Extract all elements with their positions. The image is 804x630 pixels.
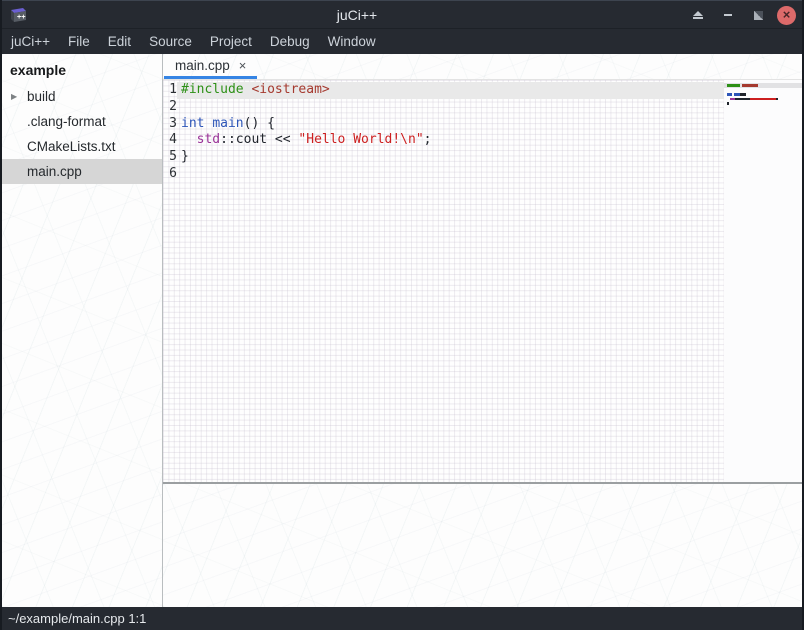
tree-item-label: .clang-format bbox=[27, 114, 106, 129]
minimap-segment bbox=[750, 98, 776, 101]
menu-item-file[interactable]: File bbox=[59, 29, 99, 54]
maximize-icon bbox=[754, 11, 763, 20]
content: example ▶build .clang-format CMakeLists.tx… bbox=[2, 54, 802, 607]
code-line bbox=[177, 99, 802, 116]
line-number: 2 bbox=[163, 99, 177, 116]
minimize-icon bbox=[724, 14, 732, 16]
tree-item-clang-format[interactable]: .clang-format bbox=[2, 109, 162, 134]
menu-item-window[interactable]: Window bbox=[319, 29, 385, 54]
code-line: int main() { bbox=[177, 116, 802, 133]
terminal-output-pane[interactable] bbox=[163, 484, 802, 607]
code-token: std bbox=[197, 132, 220, 147]
status-bar: ~/example/main.cpp 1:1 bbox=[0, 607, 804, 630]
code-token: << bbox=[267, 132, 298, 147]
menu-item-juci[interactable]: juCi++ bbox=[2, 29, 59, 54]
code-token: main bbox=[212, 116, 243, 131]
code-token: cout bbox=[236, 132, 267, 147]
minimap-segment bbox=[727, 84, 740, 87]
main-area: main.cpp × 123456 #include <iostream>int… bbox=[163, 54, 802, 607]
tree-item-label: main.cpp bbox=[27, 164, 82, 179]
tree-item-main-cpp[interactable]: main.cpp bbox=[2, 159, 162, 184]
line-number: 3 bbox=[163, 116, 177, 133]
code-token: <iostream> bbox=[251, 82, 329, 97]
file-browser-sidebar: example ▶build .clang-format CMakeLists.tx… bbox=[2, 54, 163, 607]
code-editor[interactable]: 123456 #include <iostream>int main() { s… bbox=[163, 80, 802, 482]
code-token: int bbox=[181, 116, 204, 131]
tree-item-build[interactable]: ▶build bbox=[2, 84, 162, 109]
window-controls: × bbox=[687, 1, 796, 29]
code-token: () { bbox=[244, 116, 275, 131]
juci-window: ++ juCi++ × juCi++FileEditSourceProjectD… bbox=[0, 0, 804, 630]
code-token bbox=[181, 132, 197, 147]
menubar: juCi++FileEditSourceProjectDebugWindow bbox=[0, 28, 804, 54]
menu-item-debug[interactable]: Debug bbox=[261, 29, 319, 54]
minimap-segment bbox=[776, 98, 778, 101]
minimap-line bbox=[724, 106, 802, 111]
minimap-segment bbox=[727, 102, 729, 105]
tab-main-cpp[interactable]: main.cpp × bbox=[164, 54, 257, 79]
tab-close-icon[interactable]: × bbox=[239, 59, 247, 72]
tree-item-label: CMakeLists.txt bbox=[27, 139, 116, 154]
window-border-left bbox=[0, 0, 2, 630]
titlebar[interactable]: ++ juCi++ × bbox=[0, 0, 804, 28]
line-number: 4 bbox=[163, 132, 177, 149]
minimap-segment bbox=[740, 93, 746, 96]
minimap[interactable] bbox=[724, 80, 802, 482]
tree-item-label: build bbox=[27, 89, 56, 104]
code-line: #include <iostream> bbox=[177, 82, 802, 99]
code-token: ; bbox=[424, 132, 432, 147]
code-line: std::cout << "Hello World!\n"; bbox=[177, 132, 802, 149]
tree-item-cmakelists-txt[interactable]: CMakeLists.txt bbox=[2, 134, 162, 159]
code-token: "Hello World!\n" bbox=[298, 132, 423, 147]
close-icon: × bbox=[783, 8, 791, 21]
code-line bbox=[177, 166, 802, 183]
tab-bar: main.cpp × bbox=[163, 54, 802, 80]
line-number: 1 bbox=[163, 82, 177, 99]
close-button[interactable]: × bbox=[777, 6, 796, 25]
chevron-right-icon[interactable]: ▶ bbox=[2, 92, 27, 101]
menu-item-edit[interactable]: Edit bbox=[99, 29, 140, 54]
code-token: :: bbox=[220, 132, 236, 147]
line-number-gutter: 123456 bbox=[163, 80, 177, 482]
maximize-button[interactable] bbox=[747, 4, 769, 26]
eject-icon bbox=[693, 11, 703, 19]
window-title: juCi++ bbox=[0, 1, 714, 29]
code-line: } bbox=[177, 149, 802, 166]
tab-label: main.cpp bbox=[175, 58, 230, 73]
code-token: } bbox=[181, 149, 189, 164]
code-token: #include bbox=[181, 82, 244, 97]
minimap-segment bbox=[742, 84, 758, 87]
menu-item-project[interactable]: Project bbox=[201, 29, 261, 54]
shade-button[interactable] bbox=[687, 4, 709, 26]
line-number: 6 bbox=[163, 166, 177, 183]
file-tree: ▶build .clang-format CMakeLists.txt main.cp… bbox=[2, 84, 162, 184]
status-file-position: ~/example/main.cpp 1:1 bbox=[8, 611, 146, 626]
project-root-label[interactable]: example bbox=[2, 57, 162, 84]
menu-item-source[interactable]: Source bbox=[140, 29, 201, 54]
line-number: 5 bbox=[163, 149, 177, 166]
code-area[interactable]: #include <iostream>int main() { std::cou… bbox=[177, 80, 802, 482]
minimize-button[interactable] bbox=[717, 4, 739, 26]
